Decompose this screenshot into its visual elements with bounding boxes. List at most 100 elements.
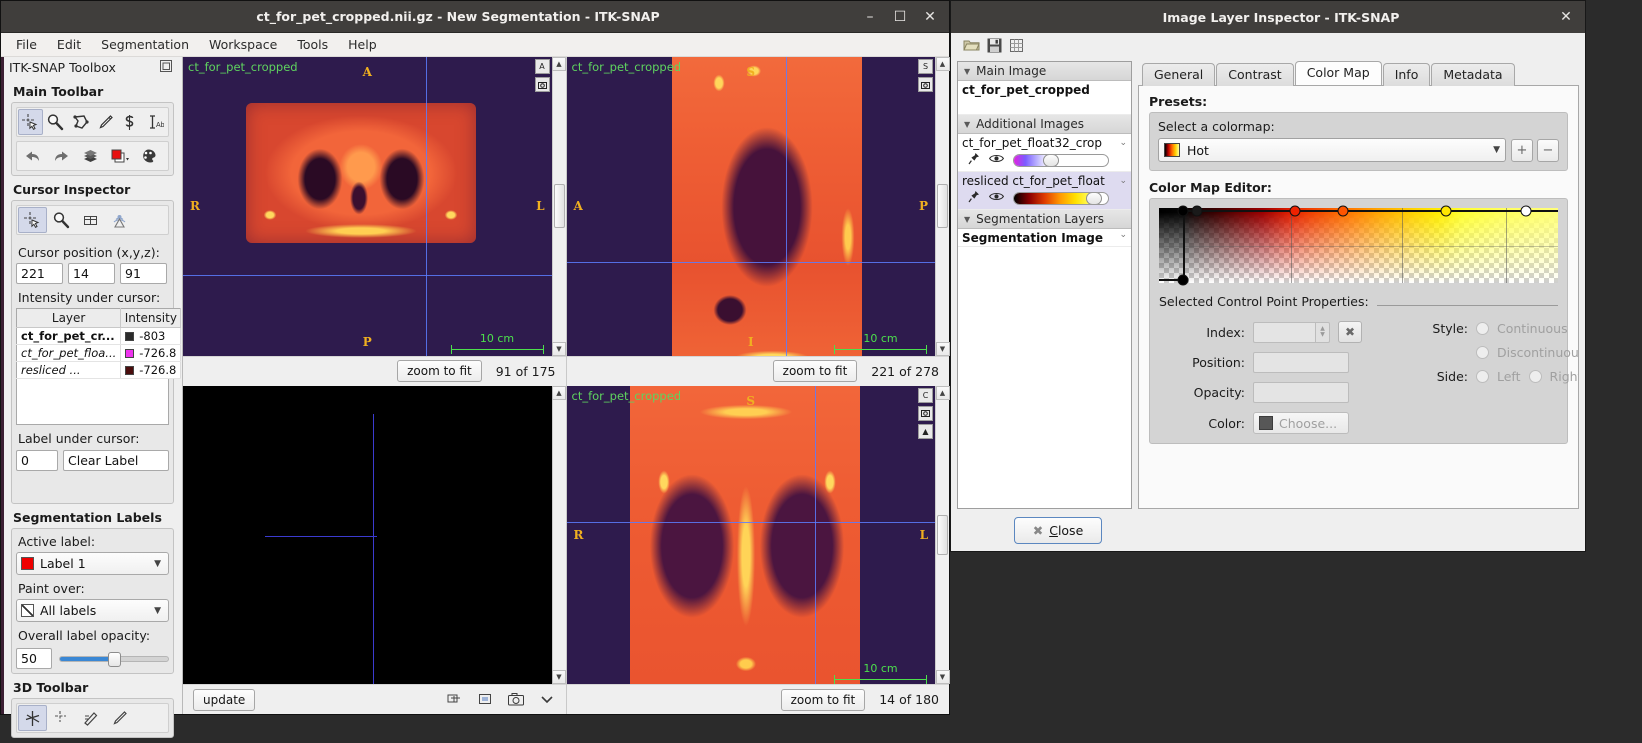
paint-3d-icon[interactable]: [105, 705, 134, 731]
layer-group-additional-images[interactable]: ▼ Additional Images: [958, 115, 1131, 134]
paintbrush-tool-icon[interactable]: [93, 109, 118, 135]
menu-file[interactable]: File: [7, 34, 46, 55]
axial-canvas[interactable]: ct_for_pet_cropped A R L P 10 cm A: [183, 57, 552, 356]
colormap-control-point[interactable]: [1337, 205, 1349, 217]
update-button[interactable]: update: [193, 688, 256, 711]
spinner-arrows-icon[interactable]: ▲ ▼: [1315, 321, 1330, 343]
layer-group-main-image[interactable]: ▼ Main Image: [958, 62, 1131, 81]
minimize-button[interactable]: –: [855, 3, 885, 31]
save-icon[interactable]: [987, 38, 1002, 56]
layer-opacity-slider[interactable]: [1013, 153, 1109, 167]
cursor-x-input[interactable]: [16, 263, 63, 284]
colormap-control-point[interactable]: [1177, 205, 1189, 217]
scroll-up-arrow[interactable]: ▲: [935, 385, 950, 400]
coronal-zoom-to-fit-button[interactable]: zoom to fit: [780, 688, 866, 711]
color-map-canvas[interactable]: [1159, 205, 1558, 286]
sagittal-zoom-to-fit-button[interactable]: zoom to fit: [772, 360, 858, 382]
opacity-input[interactable]: [1253, 382, 1349, 403]
tab-info[interactable]: Info: [1382, 63, 1431, 86]
coronal-letter-badge[interactable]: C: [918, 387, 933, 403]
render3d-canvas[interactable]: [183, 385, 552, 684]
close-button[interactable]: ✕: [915, 3, 945, 31]
tab-contrast[interactable]: Contrast: [1216, 63, 1294, 86]
table-row[interactable]: ct_for_pet_cr... -803: [16, 327, 182, 345]
colormap-select[interactable]: Hot ▼: [1158, 138, 1506, 162]
side-left-radio[interactable]: [1476, 370, 1489, 383]
layer-group-segmentation-layers[interactable]: ▼ Segmentation Layers: [958, 210, 1131, 229]
redo-icon[interactable]: [47, 143, 76, 169]
active-label-combo[interactable]: Label 1 ▼: [16, 552, 169, 575]
camera-icon[interactable]: [918, 77, 933, 92]
undo-icon[interactable]: [18, 143, 47, 169]
camera-icon[interactable]: [534, 77, 550, 92]
grid-icon[interactable]: [76, 207, 105, 233]
pin-icon[interactable]: [968, 152, 980, 168]
crosshair-3d-icon[interactable]: [18, 705, 47, 731]
axial-letter-badge[interactable]: A: [534, 59, 550, 74]
zoom-pan-tool-icon[interactable]: [43, 109, 68, 135]
maximize-button[interactable]: ☐: [885, 3, 915, 31]
scroll-up-arrow[interactable]: ▲: [918, 423, 933, 439]
scroll-up-arrow[interactable]: ▲: [552, 385, 566, 400]
side-right-radio[interactable]: [1528, 370, 1542, 383]
pin-icon[interactable]: [968, 190, 980, 206]
cursor-y-input[interactable]: [68, 263, 115, 284]
list-item[interactable]: resliced ct_for_pet_float ⌄: [958, 172, 1131, 210]
remove-preset-button[interactable]: −: [1537, 138, 1559, 162]
add-preset-button[interactable]: +: [1511, 138, 1533, 162]
tab-metadata[interactable]: Metadata: [1431, 63, 1515, 86]
render3d-scrollbar[interactable]: ▲ ▼: [551, 385, 566, 684]
index-spinner[interactable]: ▲ ▼: [1253, 321, 1330, 343]
camera-icon[interactable]: [508, 692, 525, 707]
colormap-control-point[interactable]: [1440, 205, 1452, 217]
delete-point-icon[interactable]: ✖: [1338, 321, 1362, 343]
position-input[interactable]: [1253, 352, 1349, 373]
polygon-tool-icon[interactable]: [68, 109, 93, 135]
list-item[interactable]: ct_for_pet_cropped: [958, 81, 1131, 115]
axial-scrollbar[interactable]: ▲ ▼: [551, 57, 566, 356]
label-id-input[interactable]: [16, 450, 58, 471]
scalpel-3d-icon[interactable]: [47, 705, 76, 731]
eye-icon[interactable]: [988, 153, 1005, 167]
table-row[interactable]: resliced ... -726.8: [16, 361, 182, 379]
menu-edit[interactable]: Edit: [48, 34, 90, 55]
spray-3d-icon[interactable]: [76, 705, 105, 731]
chevron-down-icon[interactable]: ⌄: [1119, 230, 1127, 240]
scroll-down-arrow[interactable]: ▼: [552, 341, 566, 356]
opacity-slider-knob[interactable]: [108, 651, 121, 667]
style-discontinuous-radio[interactable]: [1476, 346, 1489, 359]
list-item[interactable]: Segmentation Image ⌄: [958, 229, 1131, 247]
close-icon[interactable]: ✕: [1551, 3, 1581, 31]
paint-over-combo[interactable]: All labels ▼: [16, 599, 169, 622]
coronal-canvas[interactable]: ct_for_pet_cropped S R L 10 cm C ▲: [566, 385, 935, 684]
menu-workspace[interactable]: Workspace: [200, 34, 286, 55]
camera-icon[interactable]: [918, 405, 933, 421]
cursor-z-input[interactable]: [120, 263, 167, 284]
table-row[interactable]: ct_for_pet_floa... -726.8: [16, 344, 182, 362]
undock-icon[interactable]: [160, 60, 172, 75]
annotation-tool-icon[interactable]: Ab: [142, 109, 167, 135]
crosshair-tool-icon[interactable]: [18, 207, 47, 233]
sagittal-scrollbar[interactable]: ▲ ▼: [935, 57, 950, 356]
colormap-control-point[interactable]: [1520, 205, 1532, 217]
palette-icon[interactable]: [134, 143, 163, 169]
close-dialog-button[interactable]: ✖ Close: [1013, 516, 1103, 544]
tab-general[interactable]: General: [1142, 63, 1216, 86]
list-item[interactable]: ct_for_pet_float32_crop ⌄: [958, 134, 1131, 172]
colormap-control-point[interactable]: [1177, 274, 1189, 286]
menu-tools[interactable]: Tools: [288, 34, 337, 55]
menu-segmentation[interactable]: Segmentation: [92, 34, 198, 55]
eye-icon[interactable]: [988, 191, 1005, 205]
layers-icon[interactable]: [76, 143, 105, 169]
sagittal-letter-badge[interactable]: S: [918, 59, 933, 74]
style-continuous-radio[interactable]: [1476, 322, 1489, 335]
chevron-down-icon[interactable]: [539, 692, 556, 707]
snake-tool-icon[interactable]: [117, 109, 142, 135]
opacity-slider[interactable]: [59, 651, 169, 667]
table-icon[interactable]: [1009, 38, 1024, 56]
sagittal-canvas[interactable]: ct_for_pet_cropped S A P I 10 cm S: [566, 57, 935, 356]
open-folder-icon[interactable]: [963, 38, 980, 56]
label-name-input[interactable]: [63, 450, 169, 471]
coronal-scrollbar[interactable]: ▲ ▼: [935, 385, 950, 684]
scroll-down-arrow[interactable]: ▼: [935, 670, 950, 684]
